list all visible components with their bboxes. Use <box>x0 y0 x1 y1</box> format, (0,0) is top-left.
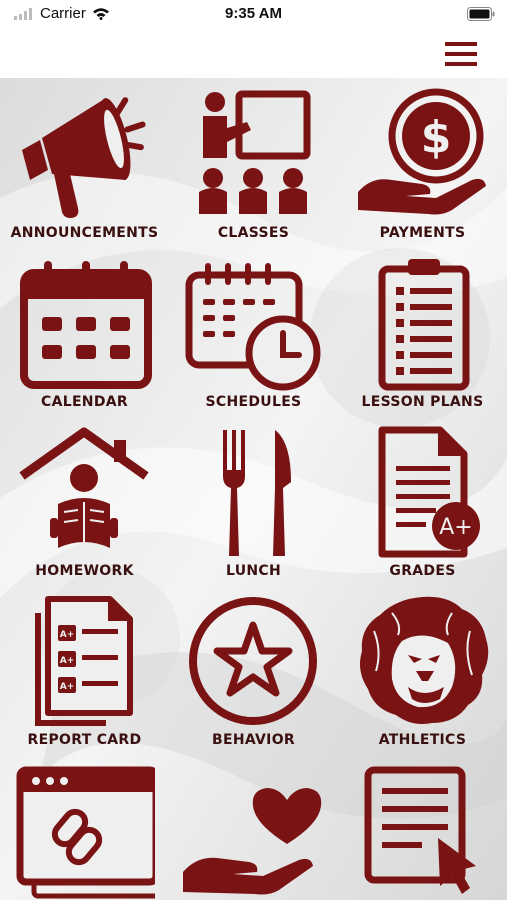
tile-label: REPORT CARD <box>27 732 142 748</box>
tile-label: ATHLETICS <box>378 732 467 748</box>
tile-calendar[interactable]: CALENDAR <box>0 249 169 418</box>
tile-label: LUNCH <box>226 563 281 579</box>
status-bar: Carrier 9:35 AM <box>0 0 507 30</box>
document-cursor-icon <box>364 766 476 894</box>
battery-icon <box>467 7 495 21</box>
tile-announcements[interactable]: ANNOUNCEMENTS <box>0 80 169 249</box>
tile-classes[interactable]: CLASSES <box>169 80 338 249</box>
tile-payments[interactable]: $ PAYMENTS <box>338 80 507 249</box>
tile-label: LESSON PLANS <box>361 394 484 410</box>
calendar-icon <box>20 261 152 389</box>
tile-behavior[interactable]: BEHAVIOR <box>169 587 338 756</box>
nav-bar <box>0 30 507 78</box>
tile-lesson-plans[interactable]: LESSON PLANS <box>338 249 507 418</box>
hamburger-menu-button[interactable] <box>440 38 482 70</box>
heart-hand-icon <box>183 788 322 895</box>
tile-label: CALENDAR <box>41 394 128 410</box>
grade-badge-text: A+ <box>439 515 472 540</box>
tile-lunch[interactable]: LUNCH <box>169 418 338 587</box>
tile-grades[interactable]: A+ GRADES <box>338 418 507 587</box>
tile-forms[interactable] <box>338 758 507 900</box>
browser-link-icon <box>16 766 155 899</box>
report-badge-1: A+ <box>60 630 75 640</box>
tile-label: PAYMENTS <box>379 225 466 241</box>
hamburger-icon <box>445 42 477 66</box>
report-badge-3: A+ <box>60 682 75 692</box>
classroom-icon <box>199 90 311 214</box>
tile-links[interactable] <box>0 758 169 900</box>
tile-athletics[interactable]: ATHLETICS <box>338 587 507 756</box>
tile-label: HOMEWORK <box>35 563 134 579</box>
calendar-clock-icon <box>185 263 321 391</box>
svg-text:$: $ <box>421 112 452 163</box>
tile-homework[interactable]: HOMEWORK <box>0 418 169 587</box>
tile-label: SCHEDULES <box>205 394 302 410</box>
dashboard-grid: ANNOUNCEMENTS CLASSES $ PAYMENTS CALENDA… <box>0 78 507 900</box>
fork-knife-icon <box>223 430 291 556</box>
report-card-icon: A+ A+ A+ <box>35 596 133 726</box>
house-reader-icon <box>19 427 149 548</box>
megaphone-icon <box>22 97 146 218</box>
clipboard-icon <box>378 259 470 391</box>
tile-schedules[interactable]: SCHEDULES <box>169 249 338 418</box>
document-grade-icon: A+ <box>378 426 480 558</box>
lion-head-icon <box>360 596 489 724</box>
tile-donate[interactable] <box>169 758 338 900</box>
report-badge-2: A+ <box>60 656 75 666</box>
tile-label: ANNOUNCEMENTS <box>10 225 159 241</box>
tile-report-card[interactable]: A+ A+ A+ REPORT CARD <box>0 587 169 756</box>
tile-label: BEHAVIOR <box>212 732 295 748</box>
star-circle-icon <box>189 597 317 725</box>
dollar-coin-hand-icon: $ <box>358 88 486 215</box>
tile-label: GRADES <box>389 563 456 579</box>
status-time: 9:35 AM <box>225 5 282 22</box>
tile-label: CLASSES <box>217 225 290 241</box>
